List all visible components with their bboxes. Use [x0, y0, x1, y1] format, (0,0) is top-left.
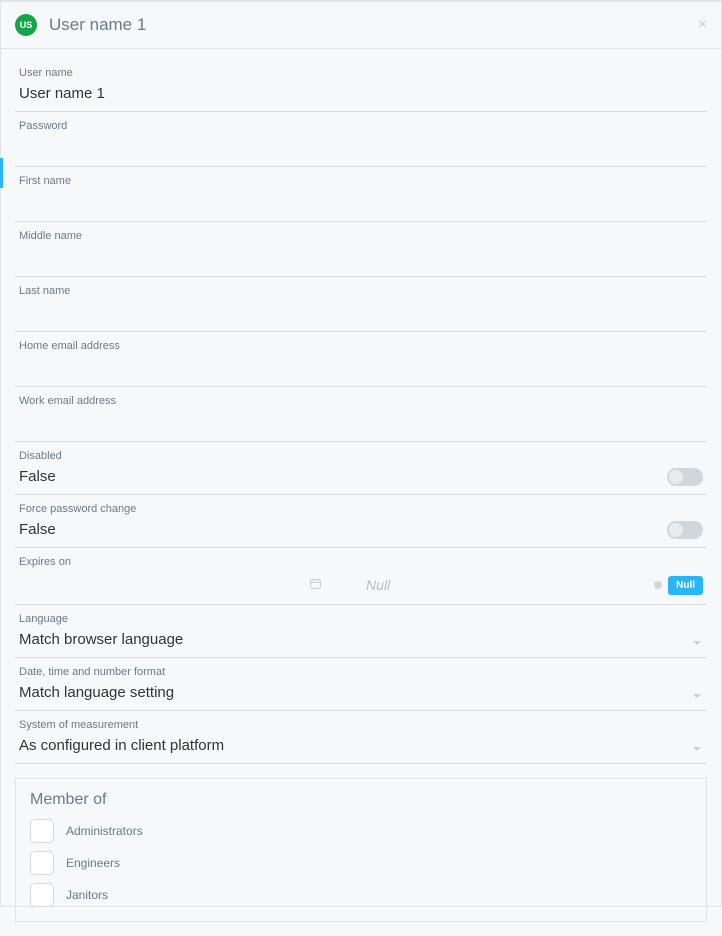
- last-name-label: Last name: [19, 285, 703, 297]
- force-password-value: False: [19, 519, 703, 541]
- dtformat-value: Match language setting: [19, 682, 703, 704]
- group-label: Engineers: [66, 856, 120, 870]
- checkbox-engineers[interactable]: [30, 851, 54, 875]
- calendar-icon[interactable]: [309, 577, 322, 593]
- work-email-value[interactable]: [19, 411, 703, 435]
- group-item: Janitors: [30, 883, 692, 907]
- password-value[interactable]: [19, 136, 703, 160]
- first-name-field[interactable]: First name: [15, 167, 707, 222]
- home-email-value[interactable]: [19, 356, 703, 380]
- null-indicator-dot: [654, 581, 662, 589]
- user-edit-panel: US User name 1 × User name User name 1 P…: [0, 0, 722, 907]
- last-name-field[interactable]: Last name: [15, 277, 707, 332]
- dtformat-label: Date, time and number format: [19, 666, 703, 678]
- close-icon[interactable]: ×: [698, 16, 707, 34]
- first-name-value[interactable]: [19, 191, 703, 215]
- force-password-label: Force password change: [19, 503, 703, 515]
- work-email-label: Work email address: [19, 395, 703, 407]
- username-label: User name: [19, 67, 703, 79]
- group-label: Administrators: [66, 824, 143, 838]
- last-name-value[interactable]: [19, 301, 703, 325]
- chevron-down-icon: [693, 747, 701, 751]
- disabled-value: False: [19, 466, 703, 488]
- disabled-field: Disabled False: [15, 442, 707, 495]
- chevron-down-icon: [693, 641, 701, 645]
- middle-name-field[interactable]: Middle name: [15, 222, 707, 277]
- language-field[interactable]: Language Match browser language: [15, 605, 707, 658]
- username-value[interactable]: User name 1: [19, 83, 703, 105]
- measurement-label: System of measurement: [19, 719, 703, 731]
- work-email-field[interactable]: Work email address: [15, 387, 707, 442]
- first-name-label: First name: [19, 175, 703, 187]
- panel-body: User name User name 1 Password First nam…: [1, 49, 721, 936]
- measurement-value: As configured in client platform: [19, 735, 703, 757]
- group-label: Janitors: [66, 888, 108, 902]
- dtformat-field[interactable]: Date, time and number format Match langu…: [15, 658, 707, 711]
- member-of-group: Member of Administrators Engineers Janit…: [15, 778, 707, 922]
- expires-value[interactable]: Null: [366, 577, 654, 593]
- force-password-toggle[interactable]: [667, 521, 703, 539]
- username-field[interactable]: User name User name 1: [15, 59, 707, 112]
- measurement-field[interactable]: System of measurement As configured in c…: [15, 711, 707, 764]
- expires-label: Expires on: [19, 556, 703, 568]
- panel-header: US User name 1 ×: [1, 2, 721, 49]
- force-password-field: Force password change False: [15, 495, 707, 548]
- expires-field: Expires on Null Null: [15, 548, 707, 605]
- null-pill-button[interactable]: Null: [668, 576, 703, 595]
- language-label: Language: [19, 613, 703, 625]
- active-field-marker: [0, 158, 3, 188]
- member-of-title: Member of: [30, 791, 692, 809]
- avatar: US: [15, 14, 37, 36]
- group-item: Administrators: [30, 819, 692, 843]
- chevron-down-icon: [693, 694, 701, 698]
- page-title: User name 1: [49, 15, 146, 35]
- password-label: Password: [19, 120, 703, 132]
- middle-name-label: Middle name: [19, 230, 703, 242]
- language-value: Match browser language: [19, 629, 703, 651]
- checkbox-janitors[interactable]: [30, 883, 54, 907]
- group-item: Engineers: [30, 851, 692, 875]
- checkbox-administrators[interactable]: [30, 819, 54, 843]
- middle-name-value[interactable]: [19, 246, 703, 270]
- home-email-label: Home email address: [19, 340, 703, 352]
- disabled-label: Disabled: [19, 450, 703, 462]
- password-field[interactable]: Password: [15, 112, 707, 167]
- home-email-field[interactable]: Home email address: [15, 332, 707, 387]
- disabled-toggle[interactable]: [667, 468, 703, 486]
